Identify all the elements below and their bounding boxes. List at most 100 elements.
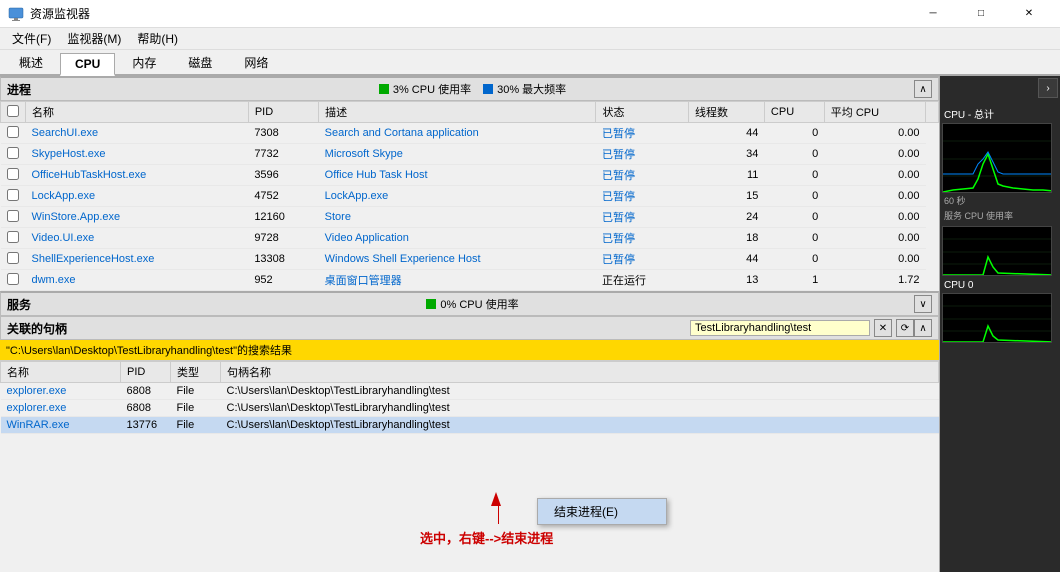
col-cpu[interactable]: CPU (764, 102, 824, 123)
cpu-stat-label: 3% CPU 使用率 (393, 81, 471, 97)
handles-col-handle-name[interactable]: 句柄名称 (221, 362, 939, 383)
cell-threads: 18 (688, 228, 764, 249)
cpu-stat-icon (379, 84, 389, 94)
menu-bar: 文件(F) 监视器(M) 帮助(H) (0, 28, 1060, 50)
menu-monitor[interactable]: 监视器(M) (59, 28, 129, 49)
table-row[interactable]: explorer.exe 6808 File C:\Users\lan\Desk… (1, 383, 939, 400)
handles-collapse-button[interactable]: ∧ (914, 319, 932, 337)
select-all-checkbox[interactable] (7, 105, 19, 117)
freq-stat: 30% 最大频率 (483, 81, 566, 97)
cell-name: explorer.exe (1, 400, 121, 417)
cell-cpu: 0 (764, 186, 824, 207)
close-button[interactable]: ✕ (1006, 0, 1052, 28)
table-row[interactable]: OfficeHubTaskHost.exe 3596 Office Hub Ta… (1, 165, 939, 186)
tab-bar: 概述 CPU 内存 磁盘 网络 (0, 50, 1060, 76)
cell-status: 已暂停 (596, 144, 688, 165)
row-checkbox[interactable] (7, 210, 19, 222)
process-section-header: 进程 3% CPU 使用率 30% 最大频率 ∧ (0, 76, 939, 101)
menu-file[interactable]: 文件(F) (4, 28, 59, 49)
cpu-service-label: 服务 CPU 使用率 (942, 209, 1058, 222)
col-avg-cpu[interactable]: 平均 CPU (824, 102, 925, 123)
col-desc[interactable]: 描述 (319, 102, 596, 123)
cell-status: 已暂停 (596, 123, 688, 144)
cell-avg-cpu: 0.00 (824, 144, 925, 165)
handles-title: 关联的句柄 (7, 320, 67, 337)
cell-threads: 13 (688, 270, 764, 291)
cell-avg-cpu: 0.00 (824, 165, 925, 186)
cell-status: 已暂停 (596, 249, 688, 270)
row-checkbox[interactable] (7, 273, 19, 285)
tab-disk[interactable]: 磁盘 (173, 50, 227, 74)
handles-table: 名称 PID 类型 句柄名称 explorer.exe 6808 File C:… (0, 361, 939, 434)
cpu0-section: CPU 0 (942, 280, 1058, 343)
handles-col-type[interactable]: 类型 (171, 362, 221, 383)
table-row[interactable]: LockApp.exe 4752 LockApp.exe 已暂停 15 0 0.… (1, 186, 939, 207)
handles-search-input[interactable] (690, 320, 870, 336)
tab-overview[interactable]: 概述 (4, 50, 58, 74)
handles-clear-button[interactable]: ✕ (874, 319, 892, 337)
table-row[interactable]: Video.UI.exe 9728 Video Application 已暂停 … (1, 228, 939, 249)
right-panel-expand-button[interactable]: › (1038, 78, 1058, 98)
cell-status: 已暂停 (596, 228, 688, 249)
col-pid[interactable]: PID (248, 102, 318, 123)
handles-refresh-button[interactable]: ⟳ (896, 319, 914, 337)
cell-avg-cpu: 0.00 (824, 207, 925, 228)
table-row[interactable]: explorer.exe 6808 File C:\Users\lan\Desk… (1, 400, 939, 417)
cell-handle-name: C:\Users\lan\Desktop\TestLibraryhandling… (221, 417, 939, 434)
process-collapse-button[interactable]: ∧ (914, 80, 932, 98)
col-threads[interactable]: 线程数 (688, 102, 764, 123)
table-row[interactable]: ShellExperienceHost.exe 13308 Windows Sh… (1, 249, 939, 270)
maximize-button[interactable]: □ (958, 0, 1004, 28)
cell-avg-cpu: 0.00 (824, 123, 925, 144)
minimize-button[interactable]: ─ (910, 0, 956, 28)
cpu-stat: 3% CPU 使用率 (379, 81, 471, 97)
row-checkbox[interactable] (7, 189, 19, 201)
freq-stat-label: 30% 最大频率 (497, 81, 566, 97)
service-cpu-section (942, 226, 1058, 276)
cell-avg-cpu: 0.00 (824, 228, 925, 249)
cell-name: explorer.exe (1, 383, 121, 400)
context-end-process[interactable]: 结束进程(E) (538, 499, 666, 524)
cell-status: 正在运行 (596, 270, 688, 291)
cell-pid: 12160 (248, 207, 318, 228)
tab-network[interactable]: 网络 (229, 50, 283, 74)
app-title: 资源监视器 (30, 5, 90, 22)
process-table-wrapper[interactable]: 名称 PID 描述 状态 线程数 CPU 平均 CPU SearchUI.exe… (0, 101, 939, 291)
handles-search-area: ✕ ⟳ (67, 319, 914, 337)
tab-memory[interactable]: 内存 (117, 50, 171, 74)
services-collapse-button[interactable]: ∨ (914, 295, 932, 313)
table-row[interactable]: SearchUI.exe 7308 Search and Cortana app… (1, 123, 939, 144)
process-section: 进程 3% CPU 使用率 30% 最大频率 ∧ (0, 76, 939, 291)
cell-pid: 9728 (248, 228, 318, 249)
cell-name: LockApp.exe (26, 186, 249, 207)
col-status[interactable]: 状态 (596, 102, 688, 123)
table-row[interactable]: WinRAR.exe 13776 File C:\Users\lan\Deskt… (1, 417, 939, 434)
row-checkbox[interactable] (7, 252, 19, 264)
cell-cpu: 0 (764, 123, 824, 144)
svc-cpu-stat-icon (426, 299, 436, 309)
cell-pid: 7732 (248, 144, 318, 165)
table-row[interactable]: dwm.exe 952 桌面窗口管理器 正在运行 13 1 1.72 (1, 270, 939, 291)
row-checkbox[interactable] (7, 126, 19, 138)
col-name[interactable]: 名称 (26, 102, 249, 123)
cell-handle-name: C:\Users\lan\Desktop\TestLibraryhandling… (221, 383, 939, 400)
menu-help[interactable]: 帮助(H) (129, 28, 186, 49)
col-checkbox[interactable] (1, 102, 26, 123)
row-checkbox[interactable] (7, 168, 19, 180)
handles-col-pid[interactable]: PID (121, 362, 171, 383)
cell-cpu: 0 (764, 144, 824, 165)
table-row[interactable]: SkypeHost.exe 7732 Microsoft Skype 已暂停 3… (1, 144, 939, 165)
cell-name: OfficeHubTaskHost.exe (26, 165, 249, 186)
process-title: 进程 (7, 81, 31, 98)
cell-name: SkypeHost.exe (26, 144, 249, 165)
table-row[interactable]: WinStore.App.exe 12160 Store 已暂停 24 0 0.… (1, 207, 939, 228)
tab-cpu[interactable]: CPU (60, 53, 115, 76)
row-checkbox[interactable] (7, 231, 19, 243)
handles-col-name[interactable]: 名称 (1, 362, 121, 383)
handles-table-wrapper[interactable]: 名称 PID 类型 句柄名称 explorer.exe 6808 File C:… (0, 361, 939, 572)
cell-cpu: 1 (764, 270, 824, 291)
process-stats: 3% CPU 使用率 30% 最大频率 (379, 81, 566, 97)
row-checkbox[interactable] (7, 147, 19, 159)
process-table: 名称 PID 描述 状态 线程数 CPU 平均 CPU SearchUI.exe… (0, 101, 939, 291)
cell-type: File (171, 417, 221, 434)
